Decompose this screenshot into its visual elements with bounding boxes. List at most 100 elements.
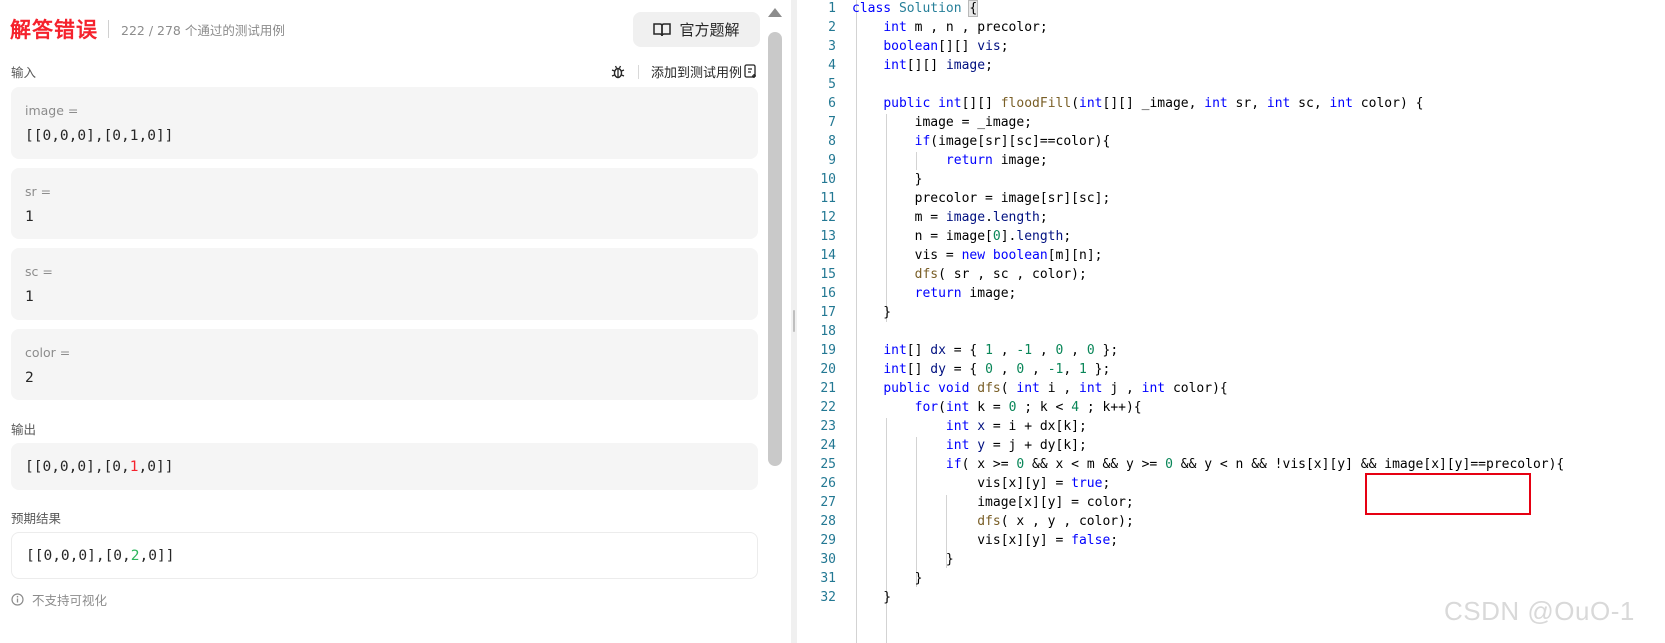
debug-icon[interactable] [610, 64, 626, 80]
var-value: [[0,0,0],[0,1,0]] [25, 128, 174, 144]
code-line: int[][] image; [883, 58, 993, 73]
output-suffix: ,0]] [138, 458, 174, 475]
code-line: vis[x][y] = false; [852, 533, 1119, 548]
line-number: 25 [820, 457, 836, 472]
line-number: 12 [820, 210, 836, 225]
input-var-color: color = 2 [11, 329, 758, 400]
visualization-note: 不支持可视化 [11, 590, 107, 609]
code-line: } [852, 571, 923, 586]
code-line: precolor = image[sr][sc]; [852, 191, 1111, 206]
code-line: return image; [945, 153, 1048, 168]
var-value: 1 [25, 289, 34, 305]
official-solution-label: 官方题解 [679, 21, 740, 39]
book-icon [653, 22, 672, 36]
line-number: 32 [820, 590, 836, 605]
code-line: if(image[sr][sc]==color){ [914, 134, 1111, 149]
output-label-row: 输出 [11, 419, 758, 438]
resize-grip [793, 310, 795, 332]
note-text: 不支持可视化 [32, 593, 108, 608]
code-line: if( x >= 0 && x < m && y >= 0 && y < n &… [945, 457, 1565, 472]
expected-suffix: ,0]] [139, 547, 175, 564]
code-line: for(int k = 0 ; k < 4 ; k++){ [914, 400, 1142, 415]
line-number: 1 [828, 1, 836, 16]
code-line: int y = j + dy[k]; [945, 438, 1087, 453]
output-diff: 1 [129, 458, 139, 475]
line-number: 15 [820, 267, 836, 282]
code-line: int[] dx = { 1 , -1 , 0 , 0 }; [883, 343, 1119, 358]
panel-resize-handle[interactable] [791, 0, 797, 643]
code-line: image[x][y] = color; [852, 495, 1134, 510]
scroll-thumb[interactable] [768, 32, 782, 466]
line-number: 31 [820, 571, 836, 586]
line-number: 26 [820, 476, 836, 491]
expected-label: 预期结果 [11, 511, 62, 526]
output-label: 输出 [11, 422, 37, 437]
code-line: int[] dy = { 0 , 0 , -1, 1 }; [883, 362, 1111, 377]
code-line: vis = new boolean[m][n]; [852, 248, 1103, 263]
line-number: 7 [828, 115, 836, 130]
header-divider [108, 20, 109, 38]
scroll-up-icon[interactable] [768, 8, 782, 17]
var-name: sc = [25, 264, 53, 279]
input-var-sr: sr = 1 [11, 168, 758, 239]
var-name: sr = [25, 184, 52, 199]
line-number: 2 [828, 20, 836, 35]
code-line: int m , n , precolor; [883, 20, 1048, 35]
line-number: 14 [820, 248, 836, 263]
line-number: 17 [820, 305, 836, 320]
code-line: return image; [914, 286, 1017, 301]
line-number: 16 [820, 286, 836, 301]
line-number: 10 [820, 172, 836, 187]
line-number: 3 [828, 39, 836, 54]
verdict-title: 解答错误 [10, 18, 98, 42]
code-line: dfs( sr , sc , color); [914, 267, 1087, 282]
line-number: 27 [820, 495, 836, 510]
output-prefix: [[0,0,0],[0, [25, 458, 130, 475]
input-var-sc: sc = 1 [11, 248, 758, 320]
official-solution-button[interactable]: 官方题解 [633, 12, 760, 47]
code-line: } [852, 552, 954, 567]
code-line: class Solution { [852, 0, 979, 17]
line-number: 18 [820, 324, 836, 339]
code-line: } [852, 590, 892, 605]
code-editor[interactable]: 1 2 3 4 5 6 7 8 9 10 11 12 13 14 15 16 1… [798, 0, 1665, 643]
line-number: 9 [828, 153, 836, 168]
line-number: 29 [820, 533, 836, 548]
var-value: 2 [25, 370, 34, 386]
expected-value: [[0,0,0],[0, 2,0]] [11, 532, 758, 579]
var-name: image = [25, 103, 79, 118]
line-number: 8 [828, 134, 836, 149]
input-label: 输入 [11, 65, 37, 80]
add-testcase-button[interactable]: 添加到测试用例 [651, 62, 758, 81]
line-number: 6 [828, 96, 836, 111]
result-panel: 解答错误 222 / 278 个通过的测试用例 官方题解 输入 添加到测试用例 [0, 0, 760, 643]
code-line: boolean[][] vis; [883, 39, 1009, 54]
code-line: image = _image; [852, 115, 1033, 130]
info-icon [11, 593, 24, 606]
line-number: 19 [820, 343, 836, 358]
line-number: 20 [820, 362, 836, 377]
input-label-row: 输入 添加到测试用例 [11, 62, 758, 81]
expected-prefix: [[0,0,0],[0, [26, 547, 131, 564]
line-number: 21 [820, 381, 836, 396]
code-line: dfs( x , y , color); [977, 514, 1134, 529]
var-name: color = [25, 345, 71, 360]
line-number: 23 [820, 419, 836, 434]
tools-divider [637, 64, 639, 79]
left-scrollbar[interactable] [760, 0, 792, 643]
code-line: public void dfs( int i , int j , int col… [883, 381, 1228, 396]
code-line: m = image.length; [852, 210, 1048, 225]
annotation-highlight-box [1365, 473, 1531, 515]
add-testcase-icon [744, 64, 756, 78]
var-value: 1 [25, 209, 34, 225]
code-line: n = image[0].length; [852, 229, 1072, 244]
line-number: 13 [820, 229, 836, 244]
code-line: } [852, 305, 892, 320]
input-tools: 添加到测试用例 [610, 62, 758, 81]
line-number: 28 [820, 514, 836, 529]
expected-label-row: 预期结果 [11, 508, 758, 527]
line-number: 5 [828, 77, 836, 92]
code-line: } [852, 172, 923, 187]
add-testcase-label: 添加到测试用例 [650, 66, 742, 81]
line-number: 22 [820, 400, 836, 415]
